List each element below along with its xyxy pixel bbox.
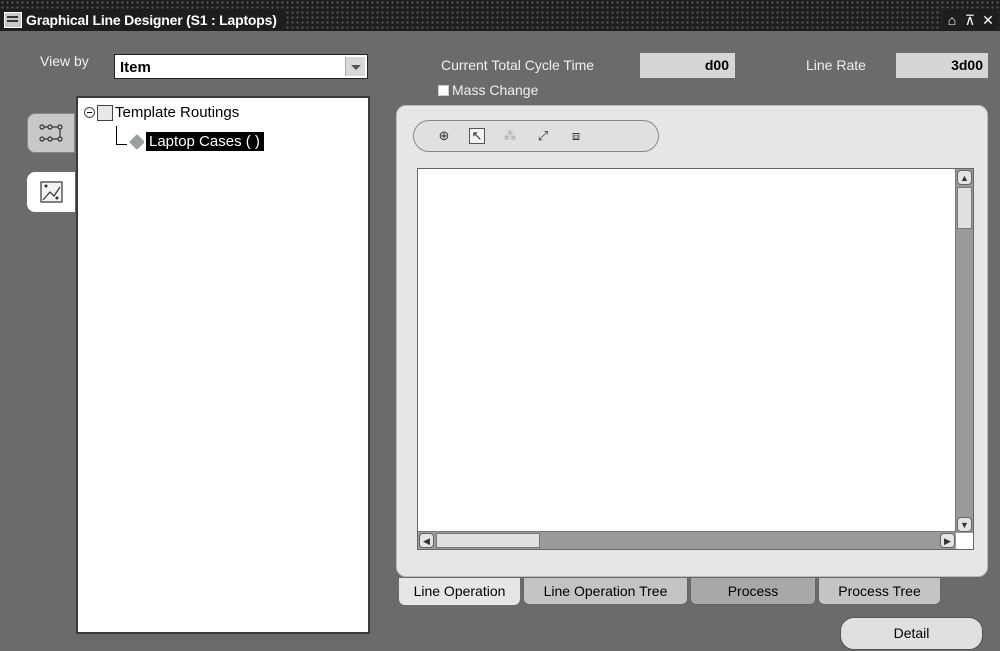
detail-button[interactable]: Detail — [840, 617, 983, 650]
line-rate-value: 3d00 — [896, 53, 988, 78]
tree-node-template-routings[interactable]: Template Routings — [84, 104, 239, 121]
designer-toolbar: ⊕ ↖ ⁂ ⤢ ⧈ — [413, 120, 659, 152]
frame-icon[interactable]: ⧈ — [568, 128, 584, 144]
cycle-time-value: d00 — [640, 53, 735, 78]
routings-diagram-icon[interactable] — [27, 172, 75, 212]
canvas-panel: ⊕ ↖ ⁂ ⤢ ⧈ ▲ ▼ ◀ ▶ — [396, 105, 988, 577]
graphical-line-designer-window: Graphical Line Designer (S1 : Laptops) ⌂… — [0, 0, 1000, 651]
mass-change-checkbox[interactable] — [438, 84, 449, 96]
tree-node-laptop-cases[interactable]: Laptop Cases ( ) — [108, 132, 264, 151]
globe-icon[interactable]: ⊕ — [436, 128, 452, 144]
view-by-value: Item — [120, 59, 151, 76]
view-by-label: View by — [40, 53, 89, 69]
routing-icon — [97, 104, 113, 121]
pointer-icon[interactable]: ↖ — [469, 128, 485, 144]
mass-change-option[interactable]: Mass Change — [438, 82, 538, 98]
scroll-left-icon[interactable]: ◀ — [419, 533, 434, 548]
cube-icon — [129, 133, 145, 150]
chevron-down-icon[interactable] — [345, 57, 365, 76]
horizontal-scrollbar[interactable]: ◀ ▶ — [418, 531, 956, 549]
scroll-right-icon[interactable]: ▶ — [940, 533, 955, 548]
tree-child-label: Laptop Cases ( ) — [146, 132, 264, 151]
tab-line-operation[interactable]: Line Operation — [399, 578, 520, 605]
horizontal-scroll-thumb[interactable] — [436, 533, 540, 548]
window-title: Graphical Line Designer (S1 : Laptops) — [26, 12, 277, 28]
minimize-icon[interactable]: ⌂ — [945, 12, 959, 28]
collapse-icon[interactable] — [84, 107, 95, 118]
network-icon[interactable]: ⁂ — [502, 128, 518, 144]
scroll-down-icon[interactable]: ▼ — [957, 517, 972, 532]
view-by-select[interactable]: Item — [114, 54, 368, 79]
cycle-time-label: Current Total Cycle Time — [441, 57, 595, 73]
vertical-scrollbar[interactable]: ▲ ▼ — [955, 169, 973, 533]
connect-icon[interactable]: ⤢ — [535, 128, 551, 144]
window-controls: ⌂ ⊼ ✕ — [942, 11, 998, 29]
restore-icon[interactable]: ⊼ — [963, 12, 977, 28]
title-wrap: Graphical Line Designer (S1 : Laptops) — [0, 11, 285, 29]
vertical-scroll-thumb[interactable] — [957, 187, 972, 229]
tree-root-label: Template Routings — [115, 104, 240, 121]
title-bar[interactable]: Graphical Line Designer (S1 : Laptops) ⌂… — [0, 0, 1000, 31]
routings-tree-panel[interactable]: Template Routings Laptop Cases ( ) — [76, 96, 370, 634]
line-rate-label: Line Rate — [806, 57, 866, 73]
app-icon — [4, 12, 22, 28]
line-operations-icon[interactable] — [27, 113, 75, 153]
close-icon[interactable]: ✕ — [981, 12, 995, 28]
tab-process-tree[interactable]: Process Tree — [818, 578, 941, 605]
drawing-canvas[interactable]: ▲ ▼ ◀ ▶ — [417, 168, 974, 550]
tab-line-operation-tree[interactable]: Line Operation Tree — [523, 578, 688, 605]
scroll-up-icon[interactable]: ▲ — [957, 170, 972, 185]
mass-change-label: Mass Change — [452, 82, 539, 98]
tab-process[interactable]: Process — [690, 578, 816, 605]
